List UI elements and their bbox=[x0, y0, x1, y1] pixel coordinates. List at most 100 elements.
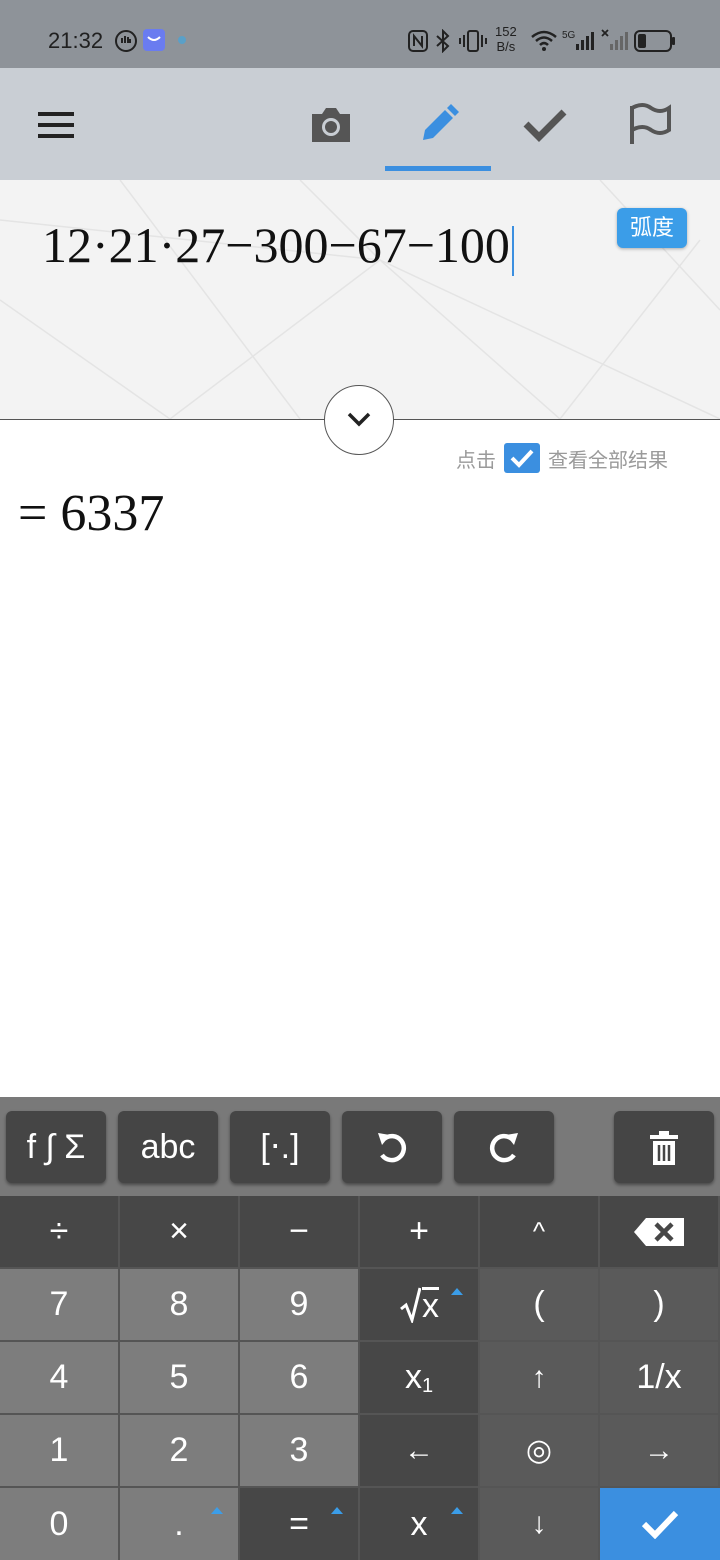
chevron-down-icon bbox=[347, 412, 371, 427]
up-arrow-icon: ↑ bbox=[531, 1360, 547, 1394]
hint-prefix: 点击 bbox=[456, 449, 496, 472]
trash-icon bbox=[650, 1131, 678, 1165]
camera-icon[interactable] bbox=[308, 104, 354, 146]
digit-0-label: 0 bbox=[49, 1504, 69, 1543]
plus-key[interactable]: + bbox=[360, 1196, 480, 1269]
digit-1-key[interactable]: 1 bbox=[0, 1415, 120, 1488]
vibrate-icon bbox=[459, 30, 487, 52]
cursor-up-key[interactable]: ↑ bbox=[480, 1342, 600, 1415]
hint-suffix: 查看全部结果 bbox=[548, 449, 668, 472]
submit-key[interactable] bbox=[600, 1488, 720, 1560]
show-all-results-hint: 点击 查看全部结果 bbox=[456, 442, 668, 474]
digit-4-label: 4 bbox=[49, 1358, 69, 1396]
target-key[interactable]: ◎ bbox=[480, 1415, 600, 1488]
hand-notification-icon bbox=[115, 30, 137, 52]
digit-6-key[interactable]: 6 bbox=[240, 1342, 360, 1415]
bluetooth-icon bbox=[436, 29, 450, 53]
more-options-indicator bbox=[211, 1507, 223, 1514]
target-icon: ◎ bbox=[525, 1434, 553, 1467]
variable-x-key[interactable]: x bbox=[360, 1488, 480, 1560]
pencil-icon[interactable] bbox=[419, 104, 459, 144]
cursor-down-key[interactable]: ↓ bbox=[480, 1488, 600, 1560]
functions-tab-button[interactable]: f ∫ Σ bbox=[6, 1111, 106, 1183]
more-options-indicator bbox=[331, 1507, 343, 1514]
menu-icon[interactable] bbox=[36, 110, 76, 140]
digit-9-label: 9 bbox=[289, 1285, 309, 1323]
flag-icon[interactable] bbox=[627, 102, 673, 146]
digit-0-key[interactable]: 0 bbox=[0, 1488, 120, 1560]
subscript-index-label: 1 bbox=[421, 1375, 434, 1397]
app-notification-icon bbox=[178, 36, 186, 44]
subscript-base-label: x bbox=[404, 1358, 422, 1396]
reciprocal-label: 1/x bbox=[636, 1358, 682, 1396]
undo-button[interactable] bbox=[342, 1111, 442, 1183]
functions-label: f ∫ Σ bbox=[26, 1128, 86, 1166]
multiply-label: × bbox=[169, 1212, 189, 1250]
result-value: = 6337 bbox=[18, 485, 165, 542]
show-all-results-checkbox[interactable] bbox=[504, 443, 540, 473]
divide-key[interactable]: ÷ bbox=[0, 1196, 120, 1269]
checkmark-icon[interactable] bbox=[522, 108, 568, 142]
multiply-key[interactable]: × bbox=[120, 1196, 240, 1269]
digit-9-key[interactable]: 9 bbox=[240, 1269, 360, 1342]
nfc-icon bbox=[408, 30, 428, 52]
cursor-left-key[interactable]: ← bbox=[360, 1415, 480, 1488]
down-arrow-icon: ↓ bbox=[531, 1507, 547, 1540]
active-tab-indicator bbox=[385, 166, 491, 171]
open-paren-key[interactable]: ( bbox=[480, 1269, 600, 1342]
subscript-key[interactable]: x1 bbox=[360, 1342, 480, 1415]
network-speed: 152 B/s bbox=[495, 24, 517, 54]
digit-5-key[interactable]: 5 bbox=[120, 1342, 240, 1415]
cursor-right-key[interactable]: → bbox=[600, 1415, 720, 1488]
svg-text:5G: 5G bbox=[562, 30, 576, 41]
undo-icon bbox=[378, 1133, 406, 1163]
signal-no-service-icon bbox=[601, 29, 628, 50]
equals-key[interactable]: = bbox=[240, 1488, 360, 1560]
equals-label: = bbox=[289, 1504, 309, 1543]
power-key[interactable]: ^ bbox=[480, 1196, 600, 1269]
radical-sign-icon bbox=[400, 1287, 421, 1323]
square-root-key[interactable]: x bbox=[360, 1269, 480, 1342]
checkmark-icon bbox=[641, 1510, 679, 1539]
more-options-indicator bbox=[451, 1288, 463, 1295]
matrix-label: [⋅.] bbox=[260, 1128, 300, 1166]
close-paren-key[interactable]: ) bbox=[600, 1269, 720, 1342]
signal-5g-icon: 5G bbox=[562, 30, 594, 50]
digit-2-label: 2 bbox=[169, 1431, 189, 1469]
digit-8-label: 8 bbox=[169, 1285, 189, 1323]
clear-all-button[interactable] bbox=[614, 1111, 714, 1183]
open-paren-label: ( bbox=[533, 1285, 545, 1323]
more-options-indicator bbox=[451, 1507, 463, 1514]
wifi-icon bbox=[531, 30, 557, 51]
minus-key[interactable]: − bbox=[240, 1196, 360, 1269]
angle-mode-badge[interactable]: 弧度 bbox=[617, 208, 687, 248]
digit-2-key[interactable]: 2 bbox=[120, 1415, 240, 1488]
network-speed-unit: B/s bbox=[496, 39, 516, 54]
left-arrow-icon: ← bbox=[404, 1433, 434, 1467]
digit-3-key[interactable]: 3 bbox=[240, 1415, 360, 1488]
digit-7-label: 7 bbox=[49, 1285, 69, 1323]
collapse-button[interactable] bbox=[324, 385, 394, 455]
letters-tab-button[interactable]: abc bbox=[118, 1111, 218, 1183]
expression-text: 12·21·27−300−67−100 bbox=[42, 217, 510, 273]
decimal-key[interactable]: . bbox=[120, 1488, 240, 1560]
digit-1-label: 1 bbox=[49, 1431, 69, 1469]
matrix-tab-button[interactable]: [⋅.] bbox=[230, 1111, 330, 1183]
digit-3-label: 3 bbox=[289, 1431, 309, 1469]
digit-4-key[interactable]: 4 bbox=[0, 1342, 120, 1415]
backspace-key[interactable] bbox=[600, 1196, 720, 1269]
digit-8-key[interactable]: 8 bbox=[120, 1269, 240, 1342]
digit-5-label: 5 bbox=[169, 1358, 189, 1396]
reciprocal-key[interactable]: 1/x bbox=[600, 1342, 720, 1415]
redo-button[interactable] bbox=[454, 1111, 554, 1183]
power-label: ^ bbox=[532, 1216, 546, 1246]
expression-input[interactable]: 12·21·27−300−67−100 bbox=[42, 216, 514, 276]
letters-label: abc bbox=[140, 1128, 196, 1166]
digit-6-label: 6 bbox=[289, 1358, 309, 1396]
redo-icon bbox=[490, 1133, 518, 1163]
square-root-label: x bbox=[422, 1287, 439, 1325]
digit-7-key[interactable]: 7 bbox=[0, 1269, 120, 1342]
network-speed-value: 152 bbox=[495, 24, 517, 39]
status-bar: 21:32 152 B/s 5G bbox=[0, 0, 720, 68]
minus-label: − bbox=[289, 1212, 309, 1250]
